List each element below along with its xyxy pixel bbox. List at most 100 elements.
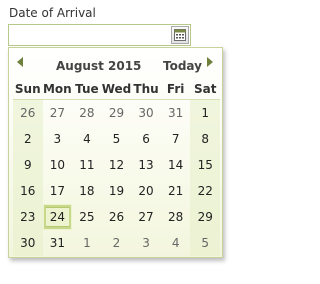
calendar-header: August 2015 Today — [9, 48, 222, 76]
day-cell[interactable]: 3 — [43, 126, 73, 152]
day-number: 9 — [23, 158, 32, 172]
weekday-header: Tue — [72, 78, 102, 100]
day-number: 21 — [167, 184, 184, 198]
weekday-header: Thu — [131, 78, 161, 100]
date-of-arrival-label: Date of Arrival — [9, 6, 96, 20]
day-number: 29 — [108, 106, 125, 120]
day-number: 23 — [20, 210, 36, 224]
day-cell[interactable]: 7 — [161, 126, 191, 152]
day-number: 28 — [79, 106, 95, 120]
day-cell[interactable]: 2 — [13, 126, 43, 152]
day-cell[interactable]: 2 — [102, 230, 132, 256]
day-number: 20 — [138, 184, 154, 198]
day-number: 27 — [138, 210, 154, 224]
day-number: 13 — [138, 158, 154, 172]
day-cell[interactable]: 27 — [131, 204, 161, 230]
day-cell[interactable]: 29 — [190, 204, 220, 230]
today-button[interactable]: Today — [163, 59, 202, 73]
day-number: 19 — [108, 184, 125, 198]
day-number: 2 — [112, 236, 121, 250]
day-cell[interactable]: 30 — [131, 100, 161, 126]
day-number: 30 — [138, 106, 154, 120]
day-cell[interactable]: 15 — [190, 152, 220, 178]
day-number: 12 — [108, 158, 125, 172]
day-number: 28 — [167, 210, 184, 224]
calendar-icon — [174, 29, 186, 41]
chevron-left-icon — [17, 57, 23, 67]
day-number: 31 — [49, 236, 65, 250]
day-cell[interactable]: 29 — [102, 100, 132, 126]
date-input[interactable] — [8, 24, 191, 46]
calendar-button[interactable] — [171, 26, 189, 44]
day-cell[interactable]: 4 — [161, 230, 191, 256]
day-cell[interactable]: 10 — [43, 152, 73, 178]
day-cell[interactable]: 31 — [161, 100, 191, 126]
next-month-button[interactable] — [204, 55, 216, 69]
day-number: 15 — [197, 158, 213, 172]
weekday-header: Mon — [42, 78, 73, 100]
day-cell[interactable]: 26 — [102, 204, 132, 230]
day-cell[interactable]: 20 — [131, 178, 161, 204]
prev-month-button[interactable] — [14, 55, 26, 69]
day-cell[interactable]: 5 — [102, 126, 132, 152]
day-cell[interactable]: 14 — [161, 152, 191, 178]
day-cell[interactable]: 28 — [161, 204, 191, 230]
day-number: 3 — [142, 236, 150, 250]
weekday-header: Wed — [101, 78, 132, 100]
day-number: 30 — [20, 236, 36, 250]
day-number: 10 — [49, 158, 65, 172]
day-cell[interactable]: 21 — [161, 178, 191, 204]
day-cell[interactable]: 27 — [43, 100, 73, 126]
day-cell[interactable]: 13 — [131, 152, 161, 178]
day-cell[interactable]: 17 — [43, 178, 73, 204]
day-cell[interactable]: 3 — [131, 230, 161, 256]
day-number: 22 — [197, 184, 213, 198]
chevron-right-icon — [207, 57, 213, 67]
day-number: 1 — [83, 236, 91, 250]
month-selector[interactable]: August — [56, 59, 104, 73]
weekday-header: Sun — [13, 78, 43, 100]
day-cell[interactable]: 6 — [131, 126, 161, 152]
day-number: 5 — [112, 132, 121, 146]
day-cell[interactable]: 19 — [102, 178, 132, 204]
day-number: 16 — [20, 184, 36, 198]
day-number: 29 — [197, 210, 213, 224]
day-number: 24 — [43, 207, 71, 227]
calendar-grid: Sun Mon Tue Wed Thu Fri Sat 26 27 28 29 30 31… — [13, 78, 220, 256]
day-cell[interactable]: 16 — [13, 178, 43, 204]
day-cell[interactable]: 25 — [72, 204, 102, 230]
day-number: 25 — [79, 210, 95, 224]
day-cell[interactable]: 5 — [190, 230, 220, 256]
day-cell[interactable]: 23 — [13, 204, 43, 230]
day-number: 1 — [201, 106, 210, 120]
calendar-popup: August 2015 Today Sun Mon Tue Wed Thu Fr… — [8, 47, 223, 258]
day-cell[interactable]: 30 — [13, 230, 43, 256]
day-number: 26 — [108, 210, 125, 224]
year-selector[interactable]: 2015 — [108, 59, 141, 73]
day-cell[interactable]: 18 — [72, 178, 102, 204]
day-number: 18 — [79, 184, 95, 198]
day-cell[interactable]: 1 — [190, 100, 220, 126]
day-number: 26 — [20, 106, 36, 120]
day-number: 3 — [53, 132, 62, 146]
day-number: 2 — [23, 132, 32, 146]
day-number: 8 — [201, 132, 210, 146]
day-cell[interactable]: 11 — [72, 152, 102, 178]
day-cell[interactable]: 31 — [43, 230, 73, 256]
day-number: 31 — [167, 106, 184, 120]
day-number: 17 — [49, 184, 65, 198]
day-cell-today[interactable]: 24 — [42, 204, 73, 230]
day-number: 4 — [171, 236, 180, 250]
day-cell[interactable]: 28 — [72, 100, 102, 126]
day-cell[interactable]: 9 — [13, 152, 43, 178]
weekday-header: Sat — [190, 78, 220, 100]
day-cell[interactable]: 22 — [190, 178, 220, 204]
day-number: 14 — [167, 158, 184, 172]
day-cell[interactable]: 4 — [72, 126, 102, 152]
day-cell[interactable]: 12 — [102, 152, 132, 178]
day-cell[interactable]: 8 — [190, 126, 220, 152]
day-number: 4 — [83, 132, 91, 146]
day-cell[interactable]: 1 — [72, 230, 102, 256]
day-number: 5 — [201, 236, 210, 250]
day-cell[interactable]: 26 — [13, 100, 43, 126]
